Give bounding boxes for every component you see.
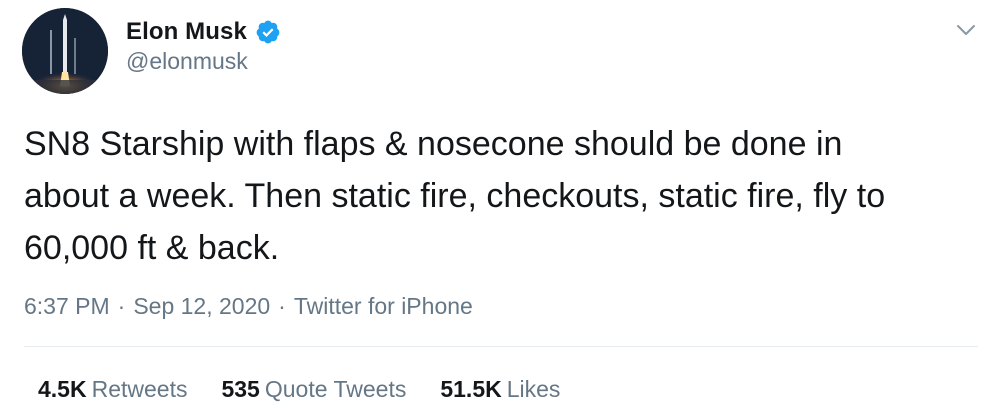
author-name-row: Elon Musk bbox=[126, 16, 281, 48]
chevron-down-icon bbox=[957, 25, 975, 35]
likes-count: 51.5K bbox=[440, 375, 502, 402]
divider bbox=[24, 346, 978, 347]
retweets-label: Retweets bbox=[91, 375, 188, 402]
tweet-text: SN8 Starship with flaps & nosecone shoul… bbox=[24, 125, 886, 267]
retweets-count: 4.5K bbox=[38, 375, 87, 402]
verified-badge-icon bbox=[255, 19, 281, 45]
quote-tweets-label: Quote Tweets bbox=[264, 375, 407, 402]
rocket-launch-avatar-icon bbox=[22, 8, 108, 94]
author-display-name[interactable]: Elon Musk bbox=[126, 18, 247, 46]
author-handle[interactable]: @elonmusk bbox=[126, 48, 248, 75]
likes-label: Likes bbox=[506, 375, 561, 402]
tweet-meta: 6:37 PM · Sep 12, 2020 · Twitter for iPh… bbox=[24, 290, 473, 322]
tweet-date[interactable]: Sep 12, 2020 bbox=[133, 293, 270, 320]
retweets-stat-link[interactable]: 4.5K Retweets bbox=[38, 376, 187, 403]
avatar[interactable] bbox=[22, 8, 108, 94]
quote-tweets-count: 535 bbox=[221, 375, 260, 402]
meta-separator: · bbox=[117, 292, 126, 319]
tweet-card: Elon Musk @elonmusk SN8 Starship with fl… bbox=[0, 0, 1000, 408]
meta-separator: · bbox=[278, 292, 286, 319]
tweet-stats: 4.5K Retweets 535 Quote Tweets 51.5K Likes bbox=[38, 372, 594, 406]
quote-tweets-stat-link[interactable]: 535 Quote Tweets bbox=[221, 376, 406, 403]
likes-stat-link[interactable]: 51.5K Likes bbox=[440, 376, 560, 403]
tweet-time[interactable]: 6:37 PM bbox=[24, 293, 110, 320]
tweet-menu-button[interactable] bbox=[954, 18, 978, 42]
tweet-source-link[interactable]: Twitter for iPhone bbox=[294, 293, 473, 320]
